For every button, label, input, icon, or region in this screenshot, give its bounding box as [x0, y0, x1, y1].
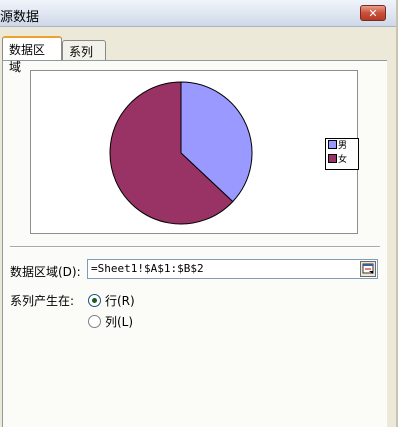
legend-swatch-male — [328, 140, 337, 149]
separator — [10, 246, 380, 248]
close-icon: ✕ — [368, 7, 378, 20]
collapse-dialog-button[interactable] — [360, 261, 376, 277]
data-range-input[interactable]: =Sheet1!$A$1:$B$2 — [87, 259, 378, 279]
legend-item-male: 男 — [328, 140, 347, 153]
chart-legend: 男 女 — [325, 138, 359, 170]
data-range-label: 数据区域(D): — [10, 265, 81, 279]
chart-preview: 男 女 — [30, 70, 359, 234]
pie-chart — [109, 81, 253, 225]
data-range-value: =Sheet1!$A$1:$B$2 — [91, 262, 204, 275]
legend-label-female: 女 — [338, 155, 348, 165]
radio-columns-button[interactable] — [88, 315, 101, 328]
tab-series-label: 系列 — [69, 45, 94, 59]
radio-rows-label: 行(R) — [105, 294, 135, 308]
radio-columns[interactable]: 列(L) — [88, 313, 133, 329]
tab-series[interactable]: 系列 — [62, 40, 106, 60]
radio-rows[interactable]: 行(R) — [88, 292, 135, 308]
radio-rows-button[interactable] — [88, 294, 101, 307]
legend-item-female: 女 — [328, 154, 347, 167]
close-button[interactable]: ✕ — [360, 5, 386, 21]
source-data-dialog: 源数据 ✕ 数据区域 系列 男 女 数据区域(D): =Sheet1!$A$1:… — [0, 0, 398, 427]
legend-label-male: 男 — [338, 141, 348, 151]
radio-columns-label: 列(L) — [105, 315, 134, 329]
tab-strip: 数据区域 系列 — [0, 36, 396, 74]
range-select-icon — [362, 263, 374, 274]
legend-swatch-female — [328, 154, 337, 163]
series-in-label: 系列产生在: — [10, 294, 75, 308]
title-bar[interactable]: 源数据 ✕ — [0, 0, 396, 27]
dialog-title: 源数据 — [0, 10, 40, 25]
tab-data-range[interactable]: 数据区域 — [2, 36, 62, 74]
